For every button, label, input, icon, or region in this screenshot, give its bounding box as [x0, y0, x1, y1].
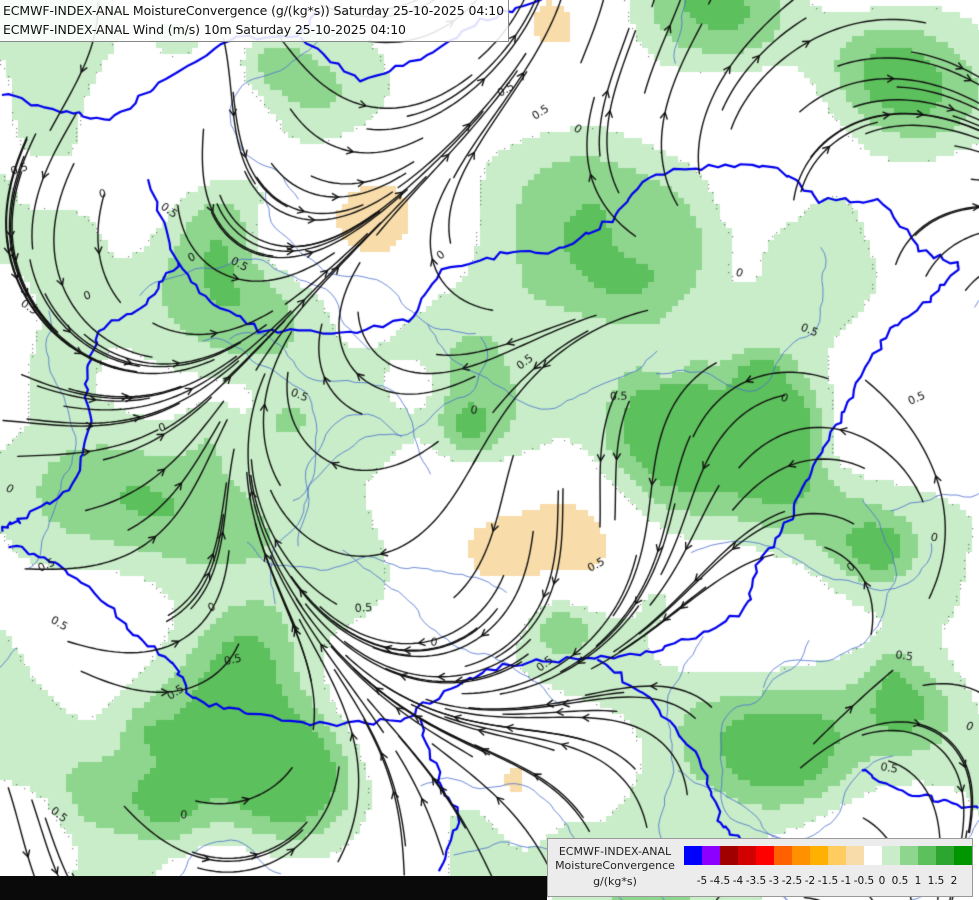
legend-tick-label: -5 [696, 875, 708, 887]
legend-unit: g/(kg*s) [593, 875, 637, 888]
legend-tick-label: 0.5 [891, 875, 909, 887]
legend-tick-label: 1 [914, 875, 922, 887]
legend-tick-label: -3.5 [745, 875, 767, 887]
legend-tick-label: -4.5 [709, 875, 731, 887]
legend-swatch [792, 846, 810, 865]
legend-parameter: MoistureConvergence [555, 859, 675, 872]
legend-swatch [738, 846, 756, 865]
legend-swatch [684, 846, 702, 865]
legend-swatch [936, 846, 954, 865]
map-title-box: ECMWF-INDEX-ANAL MoistureConvergence (g/… [0, 0, 509, 42]
legend-swatch [774, 846, 792, 865]
legend-tick-label: -0.5 [853, 875, 875, 887]
map-edge-strip [0, 876, 547, 900]
moisture-convergence-title: ECMWF-INDEX-ANAL MoistureConvergence (g/… [3, 3, 504, 18]
legend-model: ECMWF-INDEX-ANAL [558, 845, 672, 858]
legend-tick-label: -2 [804, 875, 816, 887]
legend-tick-label: 1.5 [927, 875, 945, 887]
color-legend: ECMWF-INDEX-ANAL MoistureConvergence g/(… [547, 838, 973, 897]
wind-title: ECMWF-INDEX-ANAL Wind (m/s) 10m Saturday… [3, 22, 406, 37]
legend-swatch [756, 846, 774, 865]
legend-swatch [918, 846, 936, 865]
legend-swatch [954, 846, 972, 865]
legend-tick-label: -2.5 [781, 875, 803, 887]
weather-map [0, 0, 979, 900]
legend-swatch [882, 846, 900, 865]
legend-swatch [720, 846, 738, 865]
legend-tick-label: -1.5 [817, 875, 839, 887]
legend-swatch [864, 846, 882, 865]
legend-tick-label: -3 [768, 875, 780, 887]
legend-swatch [900, 846, 918, 865]
legend-tick-label: 0 [878, 875, 886, 887]
legend-tick-label: 2 [950, 875, 958, 887]
legend-tick-label: -1 [840, 875, 852, 887]
legend-tick-label: -4 [732, 875, 744, 887]
legend-swatch [810, 846, 828, 865]
legend-swatch [846, 846, 864, 865]
legend-swatch [702, 846, 720, 865]
legend-swatch [828, 846, 846, 865]
